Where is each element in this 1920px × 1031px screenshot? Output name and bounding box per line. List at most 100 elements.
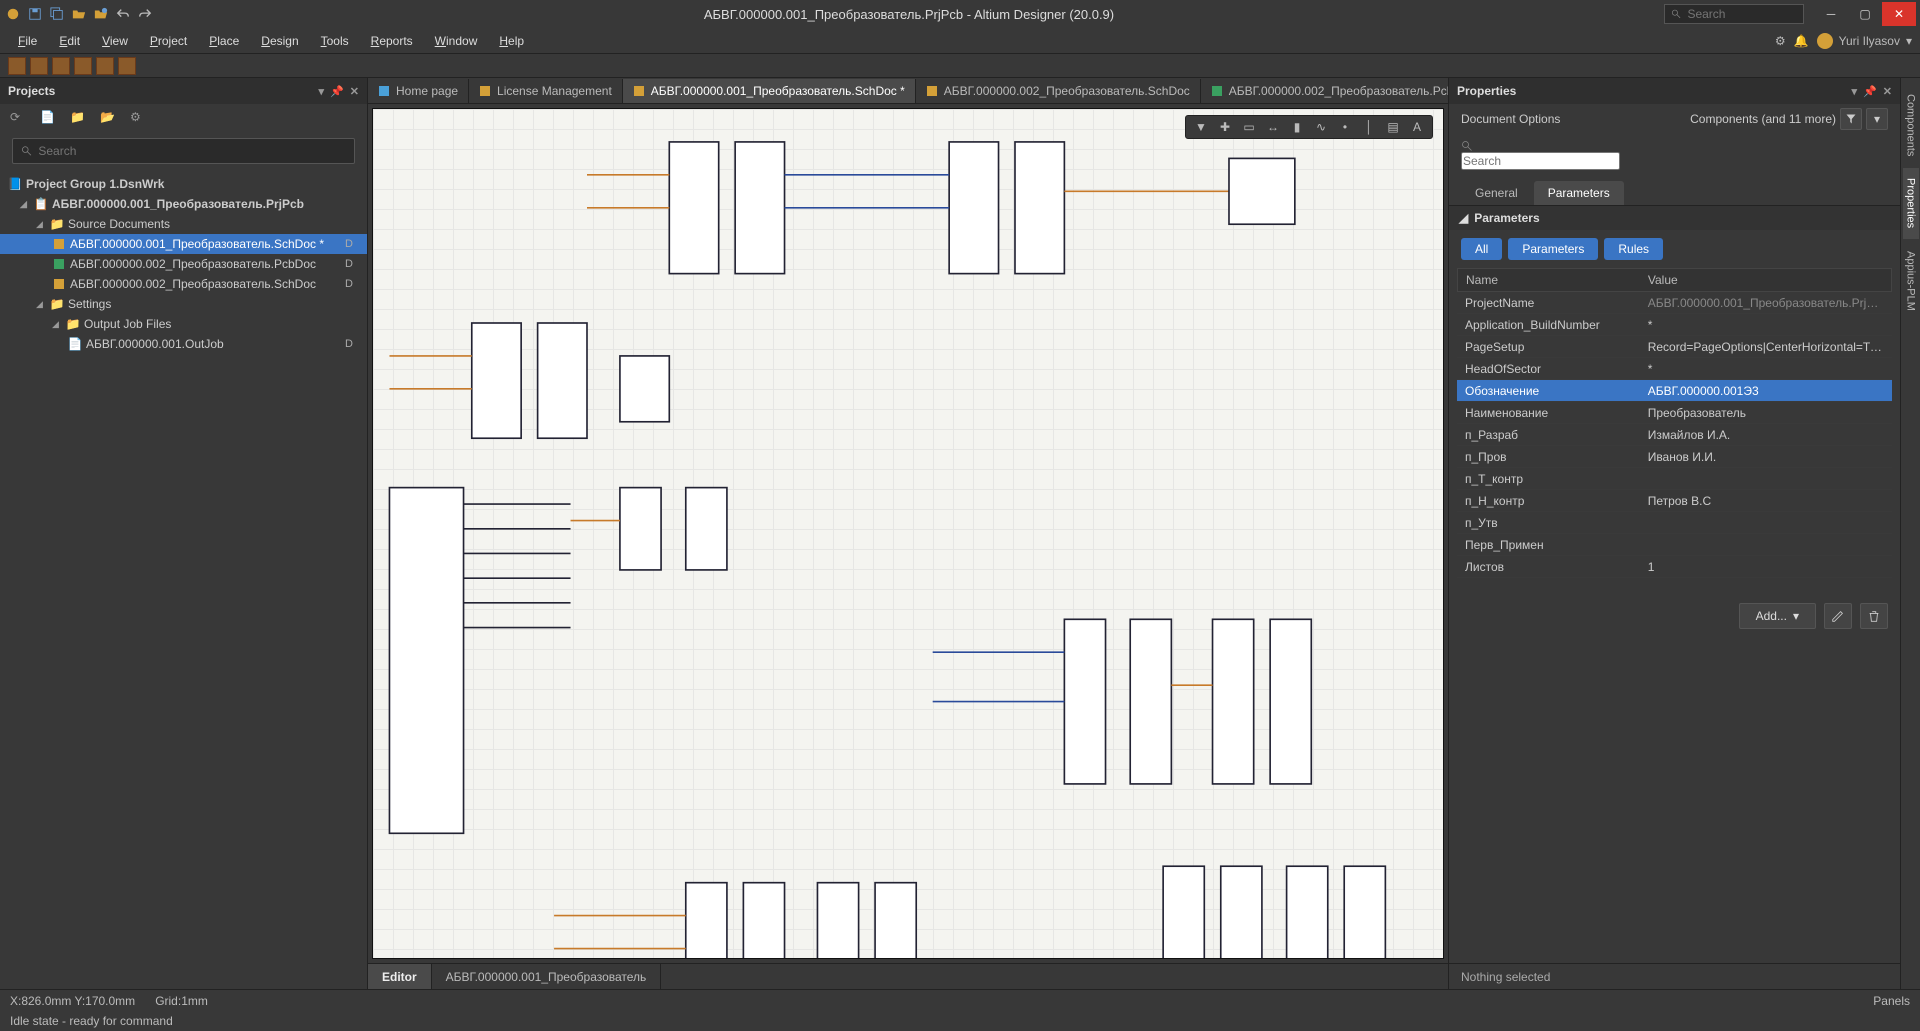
doc-tab-3[interactable]: АБВГ.000000.002_Преобразователь.SchDoc [916, 79, 1201, 103]
panels-button[interactable]: Panels [1873, 994, 1910, 1008]
panel-close-icon[interactable]: ✕ [1883, 85, 1892, 98]
param-row-2[interactable]: PageSetupRecord=PageOptions|CenterHorizo… [1457, 336, 1892, 358]
rail-properties[interactable]: Properties [1903, 168, 1919, 238]
projects-search[interactable] [12, 138, 355, 164]
panel-pin-icon[interactable]: 📌 [1863, 85, 1877, 98]
move-icon[interactable]: ↔ [1262, 117, 1284, 137]
redo-icon[interactable] [136, 5, 154, 23]
edit-button[interactable] [1824, 603, 1852, 629]
dropdown-button[interactable]: ▾ [1866, 108, 1888, 130]
global-search-input[interactable] [1687, 7, 1797, 21]
tree-outjob[interactable]: 📄 АБВГ.000000.001.OutJob D [0, 334, 367, 354]
tree-folder-settings[interactable]: ◢ 📁 Settings [0, 294, 367, 314]
tab-general[interactable]: General [1461, 181, 1532, 205]
filter-icon[interactable]: ▼ [1190, 117, 1212, 137]
settings-icon[interactable]: ⚙ [130, 110, 146, 126]
tool-btn-1[interactable] [8, 57, 26, 75]
doc-tab-0[interactable]: Home page [368, 79, 469, 103]
save-all-icon[interactable] [48, 5, 66, 23]
user-menu[interactable]: Yuri Ilyasov ▾ [1817, 33, 1912, 49]
panel-dropdown-icon[interactable]: ▾ [1852, 85, 1858, 98]
menu-view[interactable]: View [92, 30, 138, 52]
param-row-10[interactable]: п_Утв [1457, 512, 1892, 534]
col-value[interactable]: Value [1640, 273, 1891, 287]
properties-search[interactable] [1461, 140, 1888, 170]
pill-rules[interactable]: Rules [1604, 238, 1663, 260]
param-row-1[interactable]: Application_BuildNumber* [1457, 314, 1892, 336]
menu-reports[interactable]: Reports [361, 30, 423, 52]
param-row-7[interactable]: п_ПровИванов И.И. [1457, 446, 1892, 468]
minimize-button[interactable]: ─ [1814, 2, 1848, 26]
folder-icon[interactable]: 📁 [70, 110, 86, 126]
tab-docname[interactable]: АБВГ.000000.001_Преобразователь [432, 964, 662, 989]
chip-icon[interactable]: ▤ [1382, 117, 1404, 137]
tool-btn-2[interactable] [30, 57, 48, 75]
open-project-icon[interactable] [92, 5, 110, 23]
param-row-6[interactable]: п_РазрабИзмайлов И.А. [1457, 424, 1892, 446]
menu-window[interactable]: Window [425, 30, 488, 52]
doc-tab-2[interactable]: АБВГ.000000.001_Преобразователь.SchDoc * [623, 79, 916, 103]
refresh-icon[interactable]: ⟳ [10, 110, 26, 126]
col-name[interactable]: Name [1458, 273, 1640, 287]
rail-components[interactable]: Components [1903, 84, 1919, 166]
new-doc-icon[interactable]: 📄 [40, 110, 56, 126]
tool-btn-3[interactable] [52, 57, 70, 75]
dot-icon[interactable]: • [1334, 117, 1356, 137]
schematic-canvas[interactable]: АБВГ.000000.001Э3 Преобразователь Схема … [372, 108, 1444, 959]
panel-dropdown-icon[interactable]: ▾ [319, 85, 325, 98]
param-row-11[interactable]: Перв_Примен [1457, 534, 1892, 556]
tool-btn-4[interactable] [74, 57, 92, 75]
param-row-4[interactable]: ОбозначениеАБВГ.000000.001Э3 [1457, 380, 1892, 402]
pill-all[interactable]: All [1461, 238, 1502, 260]
menu-tools[interactable]: Tools [311, 30, 359, 52]
projects-search-input[interactable] [38, 144, 346, 158]
filter-button[interactable] [1840, 108, 1862, 130]
panel-close-icon[interactable]: ✕ [350, 85, 359, 98]
rail-appius[interactable]: Appius-PLM [1903, 241, 1919, 321]
tree-folder-source[interactable]: ◢ 📁 Source Documents [0, 214, 367, 234]
menu-project[interactable]: Project [140, 30, 197, 52]
parameters-section-header[interactable]: ◢ Parameters [1449, 206, 1900, 230]
pill-parameters[interactable]: Parameters [1508, 238, 1598, 260]
param-row-0[interactable]: ProjectNameАБВГ.000000.001_Преобразовате… [1457, 292, 1892, 314]
param-row-3[interactable]: HeadOfSector* [1457, 358, 1892, 380]
tool-btn-5[interactable] [96, 57, 114, 75]
align-v-icon[interactable]: ▮ [1286, 117, 1308, 137]
add-button[interactable]: Add... ▾ [1739, 603, 1816, 629]
tab-editor[interactable]: Editor [368, 964, 432, 989]
delete-button[interactable] [1860, 603, 1888, 629]
tab-parameters[interactable]: Parameters [1534, 181, 1624, 205]
undo-icon[interactable] [114, 5, 132, 23]
close-button[interactable]: ✕ [1882, 2, 1916, 26]
text-icon[interactable]: A [1406, 117, 1428, 137]
app-icon[interactable] [4, 5, 22, 23]
select-icon[interactable]: ▭ [1238, 117, 1260, 137]
param-row-8[interactable]: п_Т_контр [1457, 468, 1892, 490]
bell-icon[interactable]: 🔔 [1794, 34, 1809, 48]
folder-tree-icon[interactable]: 📂 [100, 110, 116, 126]
menu-help[interactable]: Help [489, 30, 534, 52]
tool-btn-6[interactable] [118, 57, 136, 75]
maximize-button[interactable]: ▢ [1848, 2, 1882, 26]
save-icon[interactable] [26, 5, 44, 23]
menu-design[interactable]: Design [251, 30, 308, 52]
tree-project[interactable]: ◢ 📋 АБВГ.000000.001_Преобразователь.PrjP… [0, 194, 367, 214]
tree-doc-0[interactable]: АБВГ.000000.001_Преобразователь.SchDoc *… [0, 234, 367, 254]
tree-group[interactable]: 📘 Project Group 1.DsnWrk [0, 174, 367, 194]
open-icon[interactable] [70, 5, 88, 23]
tree-folder-output[interactable]: ◢ 📁 Output Job Files [0, 314, 367, 334]
gear-icon[interactable]: ⚙ [1775, 34, 1786, 48]
doc-tab-4[interactable]: АБВГ.000000.002_Преобразователь.PcbDoc [1201, 79, 1448, 103]
panel-pin-icon[interactable]: 📌 [330, 85, 344, 98]
wave-icon[interactable]: ∿ [1310, 117, 1332, 137]
tree-doc-2[interactable]: АБВГ.000000.002_Преобразователь.SchDocD [0, 274, 367, 294]
global-search[interactable] [1664, 4, 1804, 24]
cross-icon[interactable]: ✚ [1214, 117, 1236, 137]
tree-doc-1[interactable]: АБВГ.000000.002_Преобразователь.PcbDocD [0, 254, 367, 274]
doc-tab-1[interactable]: License Management [469, 79, 623, 103]
menu-file[interactable]: File [8, 30, 47, 52]
param-row-5[interactable]: НаименованиеПреобразователь [1457, 402, 1892, 424]
line-icon[interactable]: │ [1358, 117, 1380, 137]
param-row-12[interactable]: Листов1 [1457, 556, 1892, 578]
menu-edit[interactable]: Edit [49, 30, 90, 52]
